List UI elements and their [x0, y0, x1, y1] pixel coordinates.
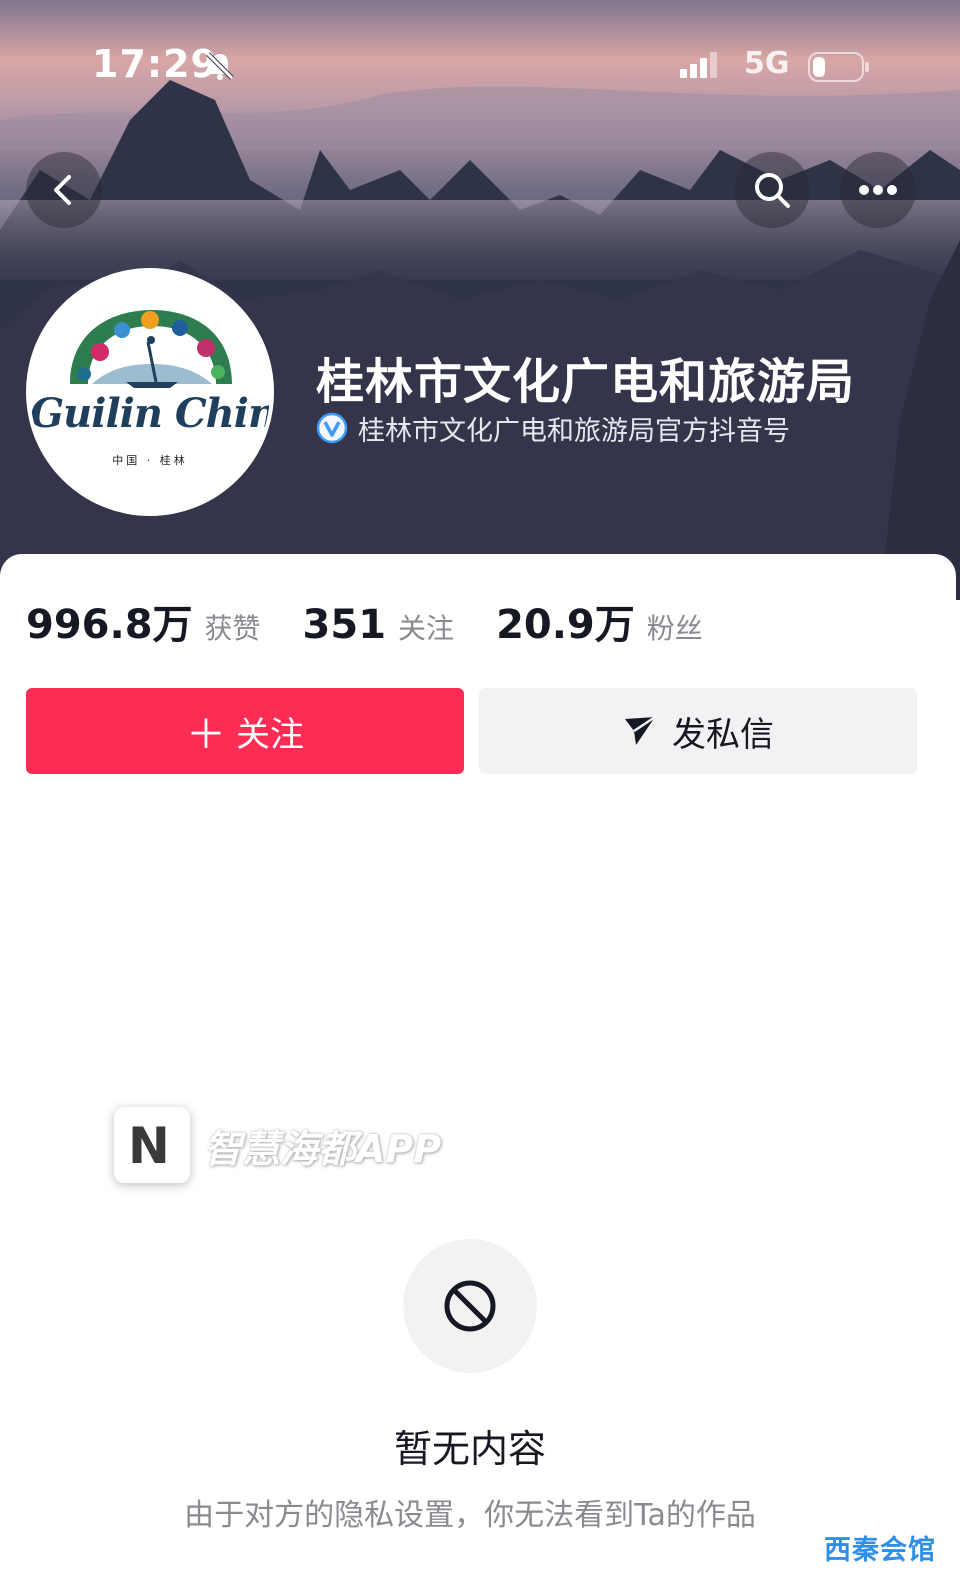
- more-button[interactable]: [840, 152, 916, 228]
- follow-button[interactable]: ＋ 关注: [26, 688, 464, 774]
- following-count[interactable]: 351: [303, 602, 387, 648]
- message-button-label: 发私信: [672, 714, 774, 755]
- likes-label: 获赞: [204, 612, 261, 645]
- empty-state-description: 由于对方的隐私设置，你无法看到Ta的作品: [184, 1498, 756, 1533]
- watermark-text: 智慧海都APP: [204, 1126, 442, 1171]
- search-icon: [755, 173, 790, 208]
- more-dots-icon: [859, 185, 897, 195]
- message-button[interactable]: 发私信: [479, 688, 917, 774]
- follow-button-label: 关注: [236, 714, 304, 755]
- profile-cover: 17:29 5G Guilin China 中国 · 桂林 桂林市文化广电和旅游…: [0, 0, 960, 600]
- straitnews-logo: N: [114, 1107, 190, 1183]
- likes-count: 996.8万: [26, 602, 193, 648]
- profile-stats: 996.8万 获赞 351 关注 20.9万 粉丝: [26, 592, 745, 648]
- search-button[interactable]: [734, 152, 810, 228]
- followers-count[interactable]: 20.9万: [496, 592, 635, 650]
- status-time: 17:29: [92, 42, 218, 86]
- following-label[interactable]: 关注: [398, 607, 454, 647]
- prohibited-icon: [444, 1280, 496, 1332]
- verified-icon: [316, 412, 348, 444]
- status-bar: 17:29 5G: [0, 40, 960, 94]
- back-button[interactable]: [26, 152, 102, 228]
- avatar-logo-text: Guilin China: [30, 390, 274, 437]
- empty-state-icon-wrap: [403, 1239, 537, 1373]
- plus-icon: ＋: [186, 712, 226, 758]
- source-watermark: N 智慧海都APP: [114, 1106, 441, 1184]
- avatar[interactable]: Guilin China 中国 · 桂林: [26, 268, 274, 516]
- bell-muted-icon: [204, 50, 236, 86]
- battery-icon: [808, 52, 870, 86]
- followers-label[interactable]: 粉丝: [647, 607, 703, 647]
- empty-state-title: 暂无内容: [393, 1427, 546, 1471]
- signal-icon: [680, 52, 720, 82]
- verified-badge-row: 桂林市文化广电和旅游局官方抖音号: [316, 408, 790, 448]
- avatar-logo-subtext: 中国 · 桂林: [112, 454, 188, 467]
- network-type: 5G: [744, 46, 790, 81]
- chevron-left-icon: [54, 175, 71, 205]
- corner-watermark: 西秦会馆: [824, 1535, 936, 1566]
- logo-letter: N: [128, 1117, 170, 1175]
- verified-text: 桂林市文化广电和旅游局官方抖音号: [358, 415, 790, 447]
- send-icon: [625, 715, 656, 745]
- profile-name: 桂林市文化广电和旅游局: [316, 354, 856, 410]
